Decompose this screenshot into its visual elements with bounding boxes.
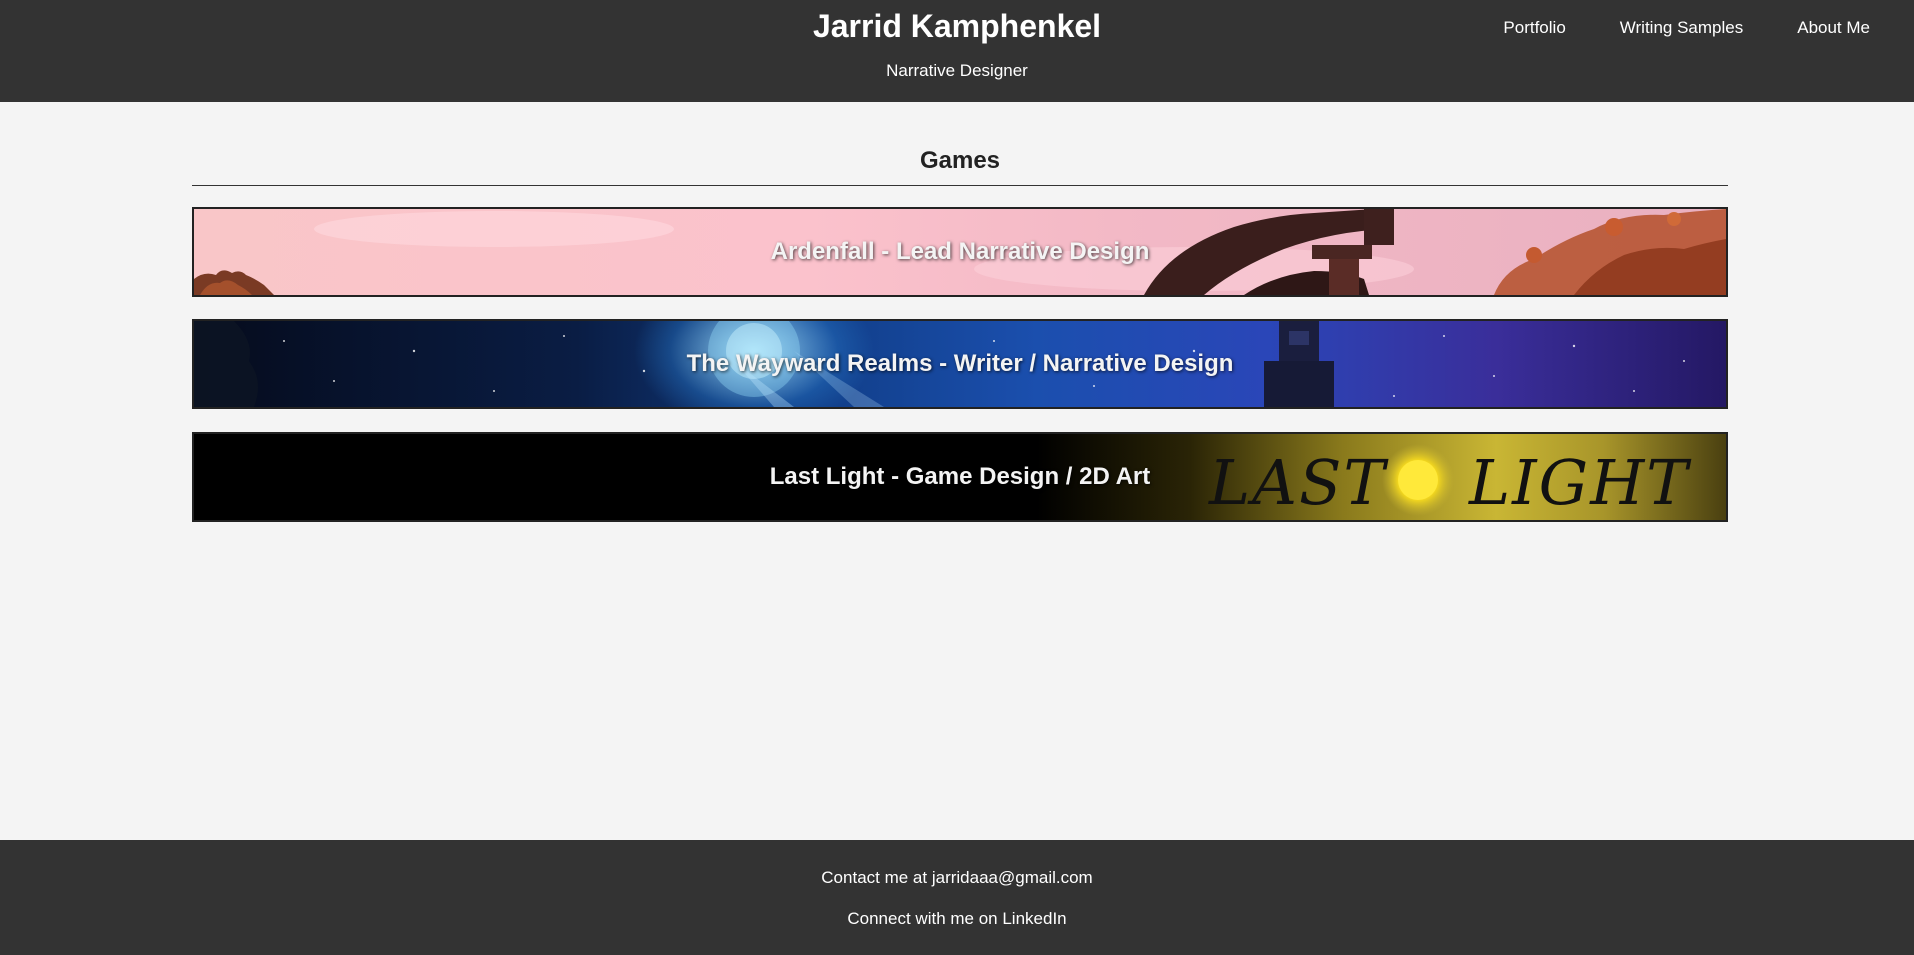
nav-link-about-me[interactable]: About Me (1797, 17, 1870, 39)
game-card-wayward-realms[interactable]: The Wayward Realms - Writer / Narrative … (192, 319, 1728, 409)
footer-contact: Contact me at jarridaaa@gmail.com (0, 867, 1914, 889)
game-card-ardenfall[interactable]: Ardenfall - Lead Narrative Design (192, 207, 1728, 297)
nav-link-portfolio[interactable]: Portfolio (1503, 17, 1565, 39)
section-title-games: Games (919, 147, 1001, 174)
footer-contact-prefix: Contact me at (821, 868, 932, 887)
page: Jarrid Kamphenkel Narrative Designer Por… (0, 0, 1914, 955)
footer-linkedin: Connect with me on LinkedIn (0, 908, 1914, 930)
section-divider (192, 185, 1728, 186)
linkedin-link[interactable]: LinkedIn (1002, 909, 1066, 928)
game-card-last-light[interactable]: LAST LIGHT Last Light - Game Design / 2D… (192, 432, 1728, 522)
game-card-label-last-light: Last Light - Game Design / 2D Art (769, 463, 1151, 490)
site-footer: Contact me at jarridaaa@gmail.com Connec… (0, 840, 1914, 955)
game-card-label-wayward-realms: The Wayward Realms - Writer / Narrative … (686, 350, 1234, 377)
site-header: Jarrid Kamphenkel Narrative Designer Por… (0, 0, 1914, 102)
site-subtitle: Narrative Designer (886, 61, 1028, 80)
game-card-label-ardenfall: Ardenfall - Lead Narrative Design (770, 238, 1150, 265)
footer-linkedin-prefix: Connect with me on (847, 909, 1003, 928)
nav-link-writing-samples[interactable]: Writing Samples (1620, 17, 1743, 39)
main-nav: Portfolio Writing Samples About Me (1503, 17, 1914, 39)
email-link[interactable]: jarridaaa@gmail.com (932, 868, 1093, 887)
